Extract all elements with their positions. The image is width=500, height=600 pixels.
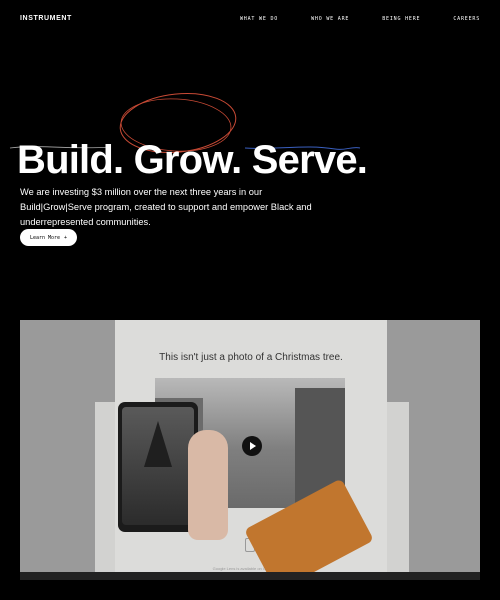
play-icon[interactable]	[242, 436, 262, 456]
thumbnail-strip	[20, 572, 480, 580]
learn-more-button[interactable]: Learn More +	[20, 229, 77, 246]
main-nav: WHAT WE DO WHO WE ARE BEING HERE CAREERS	[207, 16, 480, 22]
nav-being-here[interactable]: BEING HERE	[382, 16, 420, 22]
logo[interactable]: INSTRUMENT	[20, 15, 72, 22]
christmas-tree-icon	[144, 421, 172, 467]
paper-wing-left	[95, 402, 117, 580]
nav-careers[interactable]: CAREERS	[453, 16, 480, 22]
hand-image	[188, 430, 228, 540]
featured-video[interactable]: This isn't just a photo of a Christmas t…	[20, 320, 480, 580]
ad-fineprint: Google Lens is available on Google Photo…	[212, 566, 290, 571]
hero-description: We are investing $3 million over the nex…	[20, 187, 312, 228]
plus-icon: +	[64, 234, 68, 241]
nav-who-we-are[interactable]: WHO WE ARE	[311, 16, 349, 22]
phone-image	[118, 402, 198, 532]
ad-headline: This isn't just a photo of a Christmas t…	[159, 352, 343, 363]
nav-what-we-do[interactable]: WHAT WE DO	[240, 16, 278, 22]
hero-title: Build. Grow. Serve.	[17, 137, 368, 182]
learn-more-label: Learn More	[29, 234, 61, 241]
paper-wing-right	[387, 402, 409, 580]
phone-screen	[122, 407, 194, 525]
